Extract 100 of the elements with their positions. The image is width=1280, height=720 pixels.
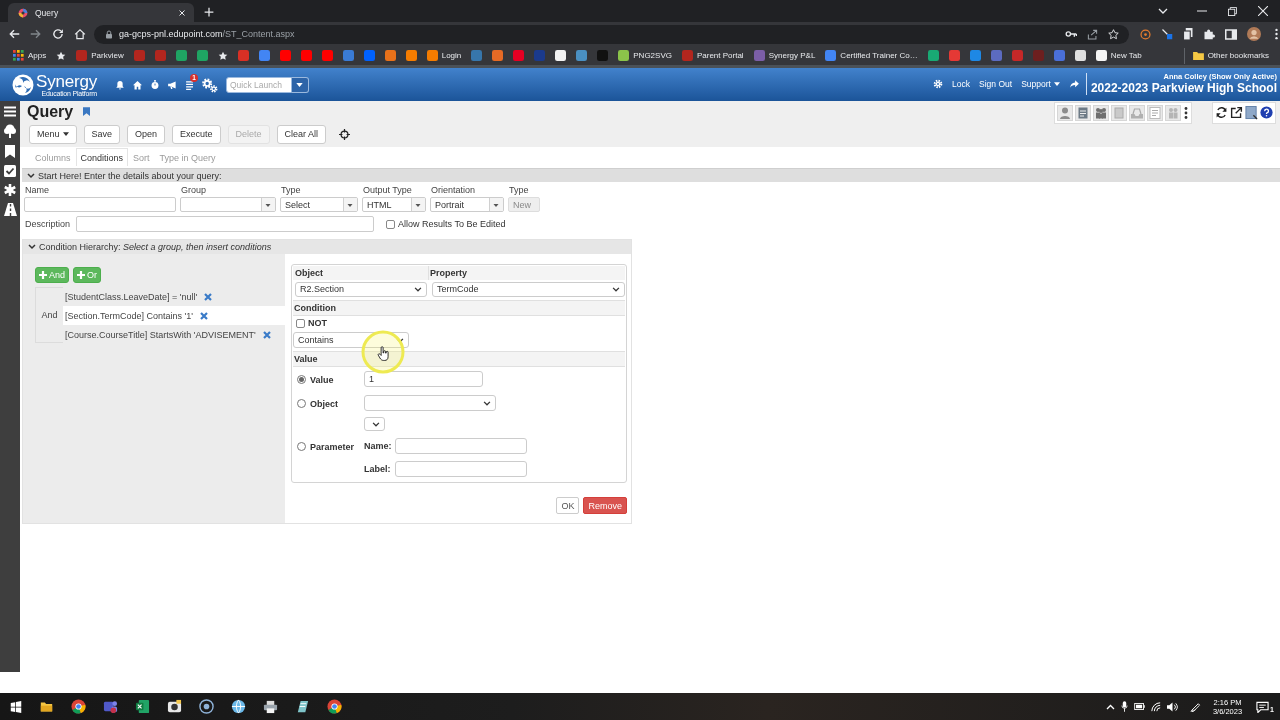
chevron-down-icon[interactable] — [1158, 8, 1168, 14]
bookmark-link[interactable]: New Tab — [1090, 47, 1147, 64]
volume-icon[interactable] — [1166, 701, 1178, 712]
toolbar-button[interactable]: Execute — [172, 124, 221, 144]
battery-icon[interactable] — [1133, 703, 1145, 710]
star-icon[interactable] — [217, 50, 228, 61]
checkbox-icon[interactable] — [4, 165, 16, 177]
radio-button[interactable] — [297, 399, 306, 408]
refresh-icon[interactable] — [1215, 106, 1228, 119]
toolbar-button[interactable]: Open — [127, 124, 166, 144]
printer-icon[interactable] — [263, 699, 278, 714]
bookmark-link[interactable]: Parent Portal — [676, 47, 749, 64]
remove-icon[interactable] — [200, 311, 208, 320]
text-field[interactable]: 1 — [364, 371, 483, 387]
url-field[interactable]: ga-gcps-pnl.edupoint.com/ST_Content.aspx — [119, 29, 295, 39]
chevron-up-icon[interactable] — [1105, 703, 1115, 710]
puzzle-icon[interactable] — [1203, 28, 1215, 40]
bell-icon[interactable] — [114, 79, 125, 90]
reload-icon[interactable] — [52, 28, 64, 40]
star-icon[interactable] — [1108, 28, 1119, 40]
dropdown[interactable]: HTML — [362, 197, 426, 212]
circle-icon[interactable] — [199, 699, 214, 714]
forward-icon[interactable] — [30, 28, 42, 40]
teams-icon[interactable] — [103, 699, 118, 714]
checkbox[interactable] — [386, 219, 396, 229]
megaphone-icon[interactable] — [166, 79, 178, 90]
windows-icon[interactable] — [10, 700, 22, 713]
radio-button[interactable] — [297, 375, 306, 384]
section-toggle[interactable]: Condition Hierarchy: Select a group, then insert conditions — [23, 240, 631, 254]
header-link[interactable]: Sign Out — [979, 79, 1013, 90]
more-icon[interactable] — [1183, 104, 1189, 121]
globe-icon[interactable] — [231, 699, 246, 714]
bookmark-link[interactable]: Apps — [8, 47, 52, 64]
description-field[interactable] — [76, 216, 375, 232]
share-arrow-icon[interactable] — [1068, 79, 1080, 90]
remove-icon[interactable] — [262, 330, 271, 339]
pen-icon[interactable] — [1189, 701, 1201, 712]
favicon-icon[interactable] — [1074, 50, 1086, 61]
chrome-icon[interactable] — [71, 699, 86, 714]
notepad-icon[interactable] — [295, 699, 310, 714]
ok-button[interactable]: OK — [556, 497, 580, 514]
menu-icon[interactable] — [4, 106, 16, 117]
folder-icon[interactable] — [39, 700, 54, 713]
menu-link[interactable]: Support — [1021, 79, 1060, 90]
wifi-icon[interactable] — [1150, 701, 1161, 712]
close-icon[interactable] — [1258, 6, 1268, 16]
people-icon[interactable] — [1093, 104, 1109, 121]
section-toggle[interactable]: Start Here! Enter the details about your query: — [22, 168, 1280, 182]
dropdown[interactable]: R2.Section — [295, 281, 427, 297]
dropdown[interactable]: TermCode — [432, 281, 625, 297]
dropdown[interactable]: Contains — [293, 332, 409, 348]
road-icon[interactable] — [3, 203, 17, 216]
avatar-icon[interactable] — [1247, 27, 1261, 41]
home-icon[interactable] — [74, 28, 86, 40]
text-field[interactable] — [24, 197, 176, 212]
bookmark-link[interactable]: Synergy P&L — [748, 47, 821, 64]
bookmark-link[interactable]: Login — [421, 47, 467, 64]
crosshair-icon[interactable] — [339, 128, 351, 140]
menu-button[interactable]: Menu — [29, 124, 77, 144]
checklist-icon[interactable] — [1147, 104, 1163, 121]
circle-icon[interactable] — [1140, 28, 1151, 40]
help-icon[interactable] — [1260, 106, 1273, 119]
pen-icon[interactable] — [1161, 28, 1173, 40]
quick-launch-field[interactable]: Quick Launch — [225, 76, 292, 93]
camera-icon[interactable] — [167, 699, 182, 714]
bookmark-icon[interactable] — [5, 145, 15, 158]
toolbar-button[interactable]: Clear All — [276, 124, 327, 144]
stopwatch-icon[interactable] — [149, 79, 160, 90]
star-icon[interactable] — [56, 50, 67, 61]
dropdown[interactable] — [364, 417, 385, 431]
restore-icon[interactable] — [1228, 6, 1237, 16]
asterisk-icon[interactable] — [4, 184, 16, 196]
lock-icon[interactable] — [105, 29, 113, 39]
header-link[interactable]: Lock — [952, 79, 971, 90]
bookmark-folder[interactable]: Other bookmarks — [1183, 47, 1274, 64]
document-icon[interactable] — [1245, 105, 1258, 120]
gears-icon[interactable] — [200, 76, 218, 93]
checkbox[interactable] — [296, 318, 305, 328]
condition-item[interactable]: [StudentClass.LeaveDate] = 'null' — [63, 287, 285, 306]
home-icon[interactable] — [131, 79, 143, 90]
key-icon[interactable] — [1065, 29, 1077, 39]
chrome-icon[interactable] — [327, 699, 342, 714]
remove-button[interactable]: Remove — [583, 497, 627, 514]
side-panel-icon[interactable] — [1225, 28, 1237, 40]
dropdown[interactable]: Portrait — [430, 197, 504, 212]
spreadsheet-icon[interactable] — [135, 699, 150, 714]
text-field[interactable] — [395, 438, 527, 454]
settings-icon[interactable] — [933, 79, 944, 90]
tab[interactable]: Conditions — [75, 148, 129, 166]
share-icon[interactable] — [1087, 28, 1098, 40]
microphone-icon[interactable] — [1120, 701, 1128, 712]
dropdown-button[interactable] — [291, 76, 309, 93]
bookmark-link[interactable]: Certified Trainer Co… — [820, 47, 923, 64]
favicon-icon[interactable] — [405, 50, 417, 61]
bookmark-link[interactable]: PNG2SVG — [613, 47, 677, 64]
favicon-icon[interactable] — [555, 50, 567, 61]
document-icon[interactable] — [1183, 28, 1193, 40]
browser-tab[interactable]: Query — [8, 3, 194, 22]
back-icon[interactable] — [8, 28, 20, 40]
condition-item[interactable]: [Course.CourseTitle] StartsWith 'ADVISEMENT' — [63, 325, 285, 344]
